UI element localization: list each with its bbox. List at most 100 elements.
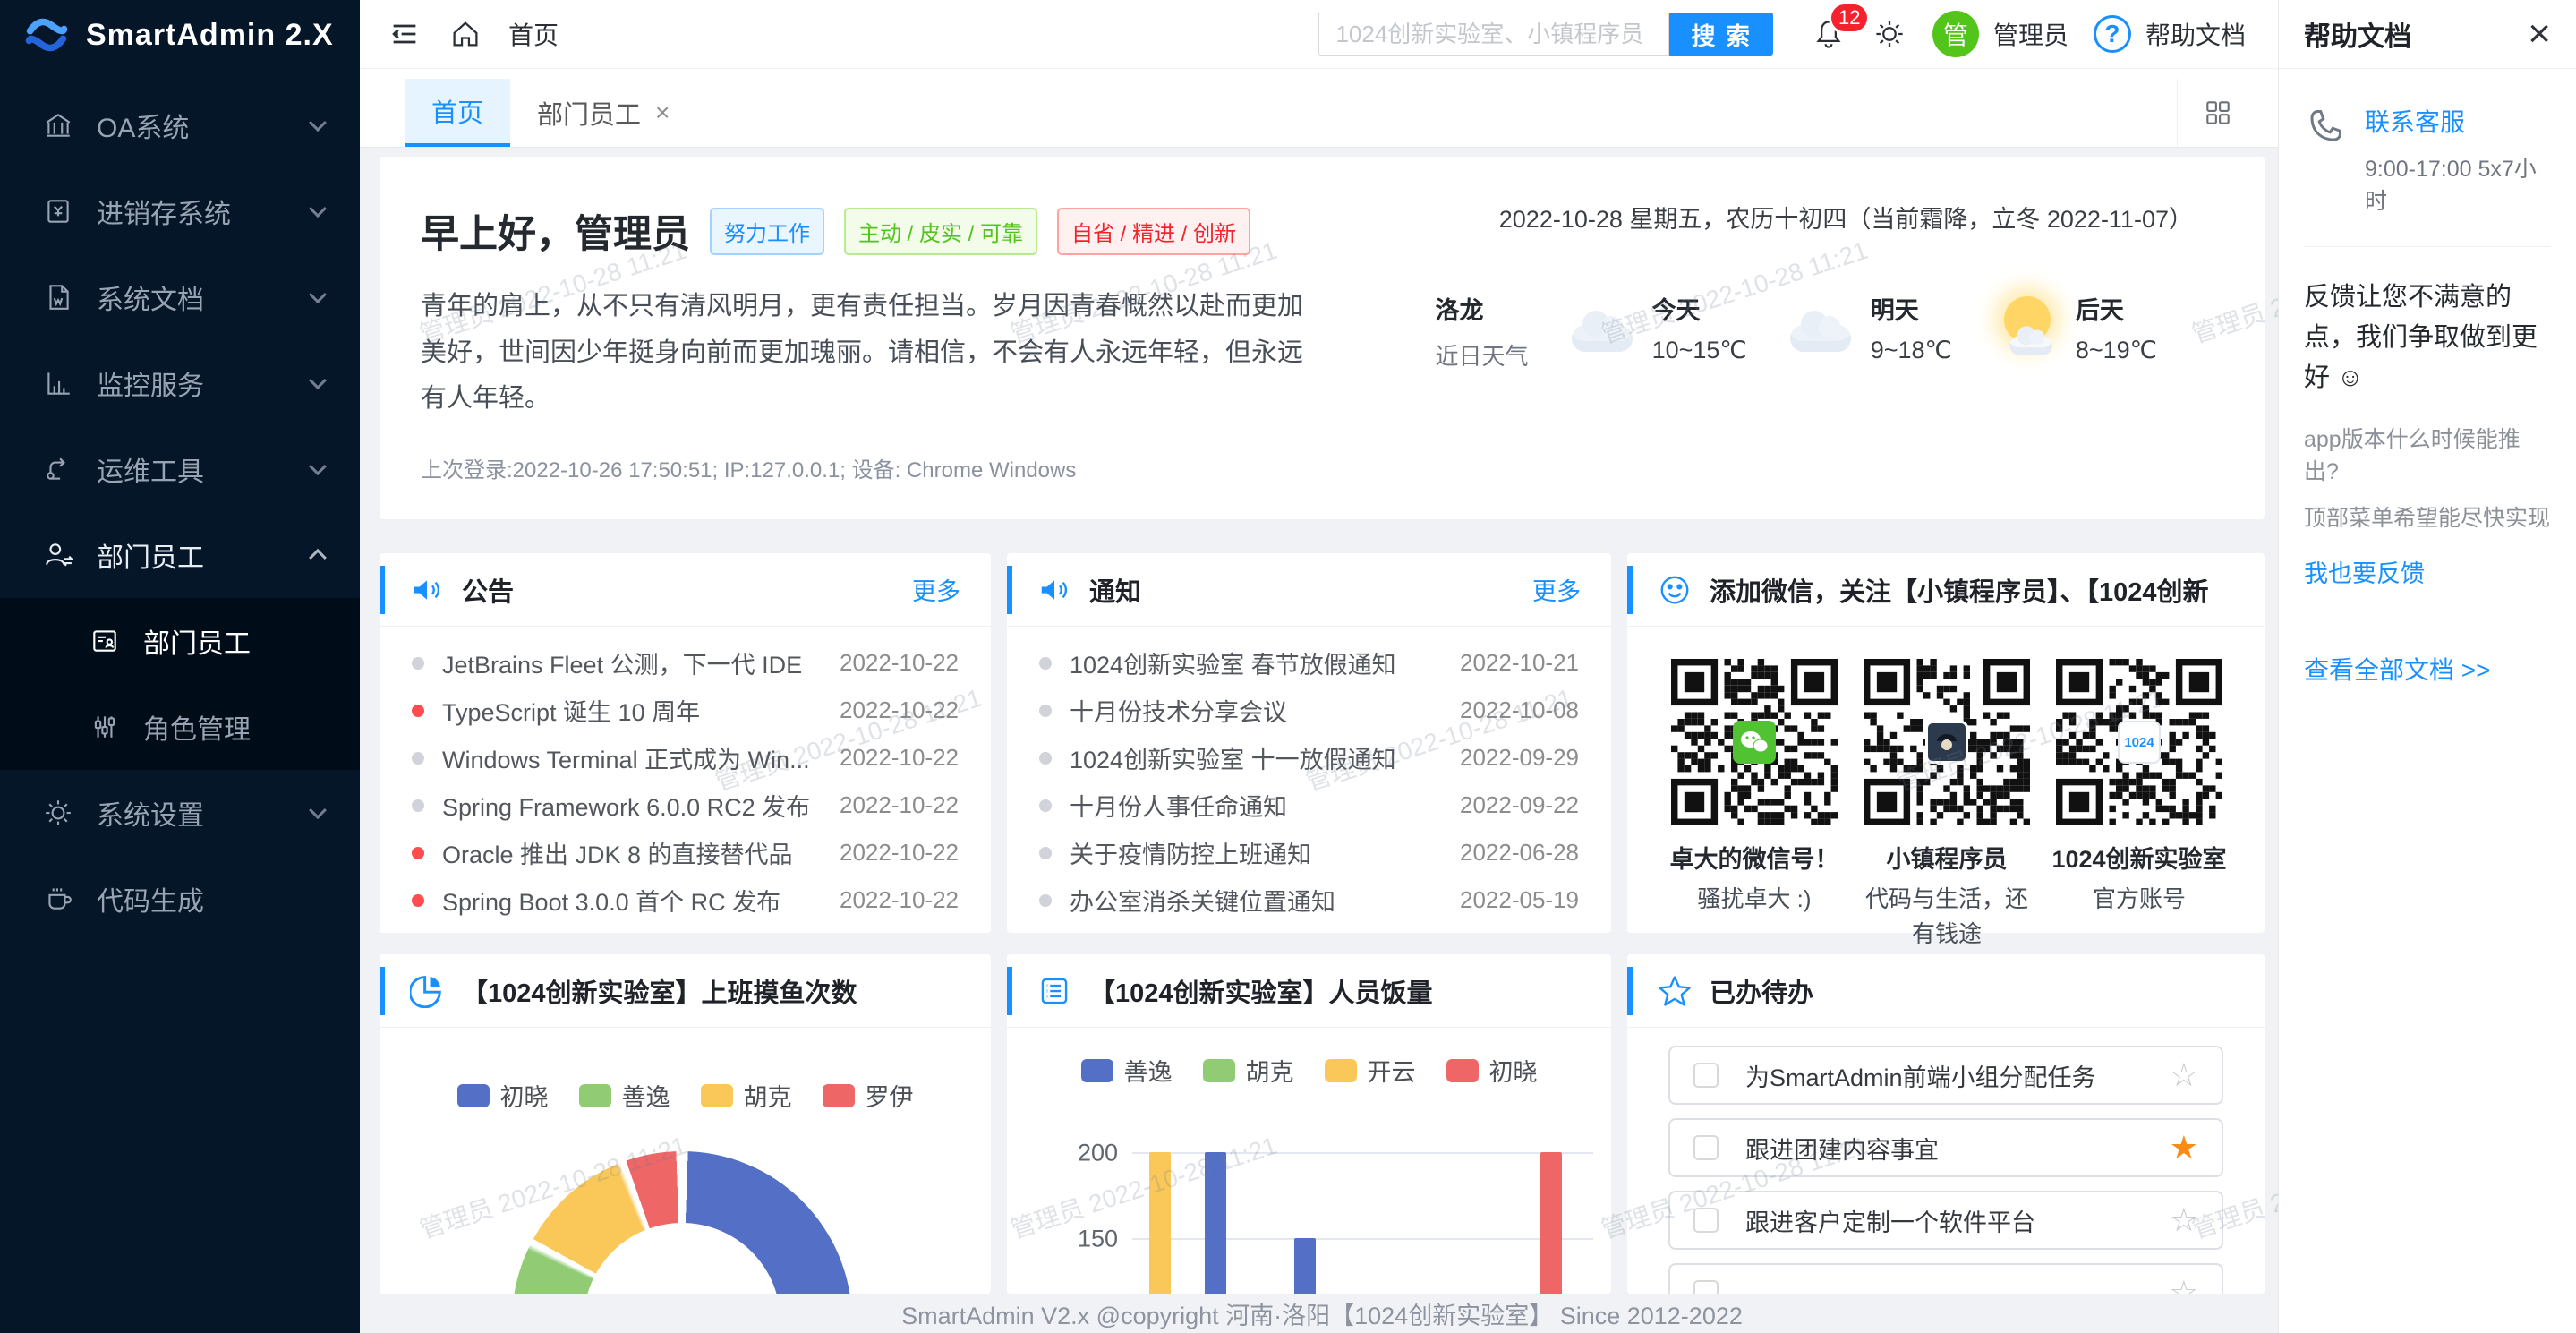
feedback-entry: 顶部菜单希望能尽快实现 [2304,500,2551,533]
legend-item[interactable]: 善逸 [579,1078,670,1113]
notice-item[interactable]: 办公室消杀关键位置通知2022-05-19 [1039,876,1579,924]
weather-day-today: 今天10~15℃ [1568,291,1747,364]
announcement-list: JetBrains Fleet 公测，下一代 IDE2022-10-22Type… [380,627,991,924]
todo-checkbox[interactable] [1693,1135,1719,1160]
chevron-down-icon [309,457,327,475]
donut-chart [512,1151,852,1294]
settings-gear-icon[interactable] [1872,16,1907,52]
sidebar-subitem-role-management[interactable]: 角色管理 [0,684,360,770]
legend-item[interactable]: 罗伊 [823,1078,914,1113]
search-button[interactable]: 搜 索 [1669,13,1773,56]
sliders-icon [90,712,120,742]
search-input[interactable] [1318,13,1669,56]
todo-item[interactable]: 跟进团建内容事宜★ [1668,1118,2223,1177]
todo-star-icon[interactable]: ☆ [2170,1201,2198,1239]
sidebar: SmartAdmin 2.X OA系统 进销存系统 系统文档 监控服务 [0,0,360,1333]
announcement-item[interactable]: JetBrains Fleet 公测，下一代 IDE2022-10-22 [412,639,959,687]
legend-item[interactable]: 胡克 [701,1078,792,1113]
sidebar-subitem-dept-employee[interactable]: 部门员工 [0,598,360,684]
list-item-text: 关于疫情防控上班通知 [1070,835,1442,870]
gray-dot-icon [412,752,424,765]
more-link[interactable]: 更多 [1532,572,1581,607]
home-icon[interactable] [448,16,483,52]
notice-item[interactable]: 1024创新实验室 春节放假通知2022-10-21 [1039,639,1579,687]
announcement-item[interactable]: Spring Boot 3.0.0 首个 RC 发布2022-10-22 [412,876,959,924]
announcement-item[interactable]: Windows Terminal 正式成为 Win...2022-10-22 [412,734,959,782]
monitor-chart-icon [43,368,73,398]
todo-label: 跟进客户定制一个软件平台 [1745,1203,2170,1238]
gray-dot-icon [412,657,424,670]
todo-item[interactable]: ☆ [1668,1263,2223,1294]
red-dot-icon [412,705,424,717]
legend-item[interactable]: 初晓 [457,1078,549,1113]
page-content: 早上好，管理员 努力工作 主动 / 皮实 / 可靠 自省 / 精进 / 创新 2… [360,148,2278,1333]
user-name[interactable]: 管理员 [1993,16,2068,52]
tab-dept-employee[interactable]: 部门员工 × [510,79,696,147]
bar [1540,1152,1562,1294]
sidebar-item-oa[interactable]: OA系统 [0,82,360,168]
sidebar-item-docs[interactable]: 系统文档 [0,254,360,340]
app-logo[interactable]: SmartAdmin 2.X [0,0,360,70]
more-link[interactable]: 更多 [912,572,960,607]
announcement-item[interactable]: Oracle 推出 JDK 8 的直接替代品2022-10-22 [412,829,959,876]
notice-item[interactable]: 十月份人事任命通知 2022-09-22 [1039,782,1579,829]
avatar-logo-icon [1925,721,1968,764]
announcement-item[interactable]: Spring Framework 6.0.0 RC2 发布2022-10-22 [412,782,959,829]
qr-code-column: 10241024创新实验室官方账号 [2050,659,2229,952]
notice-item[interactable]: 1024创新实验室 十一放假通知2022-09-29 [1039,734,1579,782]
todo-star-icon[interactable]: ★ [2170,1129,2198,1166]
list-item-date: 2022-09-22 [1460,791,1579,819]
sidebar-item-ops-tools[interactable]: 运维工具 [0,426,360,512]
chevron-down-icon [309,286,327,303]
list-item-date: 2022-05-19 [1460,886,1579,914]
qr-code-image: 1024 [2056,659,2222,825]
close-icon[interactable]: × [2528,14,2551,54]
chevron-up-icon [309,549,327,567]
feedback-link[interactable]: 我也要反馈 [2304,554,2425,589]
breadcrumb[interactable]: 首页 [508,16,559,52]
view-all-docs-link[interactable]: 查看全部文档 >> [2304,651,2551,687]
gray-dot-icon [1039,847,1052,859]
list-item-date: 2022-06-28 [1460,839,1579,867]
todo-checkbox[interactable] [1693,1280,1719,1294]
greeting-badge: 努力工作 [710,208,824,255]
tab-close-icon[interactable]: × [655,98,670,127]
contact-support[interactable]: 联系客服 9:00-17:00 5x7小时 [2304,103,2551,216]
cloud-icon [1787,296,1858,359]
list-item-date: 2022-10-22 [840,649,959,677]
notice-item[interactable]: 关于疫情防控上班通知 2022-06-28 [1039,829,1579,876]
gray-dot-icon [1039,894,1052,907]
sidebar-item-monitor[interactable]: 监控服务 [0,340,360,426]
notification-bell-icon[interactable]: 12 [1811,16,1847,52]
main-column: 首页 搜 索 12 管 管理员 ? 帮助文档 首页 部门员工 × [360,0,2278,1333]
todo-star-icon[interactable]: ☆ [2170,1274,2198,1294]
tab-home[interactable]: 首页 [405,79,510,147]
sidebar-item-dept-employee[interactable]: 部门员工 [0,512,360,598]
tab-layout-grid-icon[interactable] [2177,79,2233,147]
sidebar-item-inventory[interactable]: 进销存系统 [0,168,360,254]
list-item-text: 十月份人事任命通知 [1070,788,1442,823]
legend-label: 胡克 [744,1078,792,1113]
todo-item[interactable]: 跟进客户定制一个软件平台☆ [1668,1191,2223,1250]
help-doc-link[interactable]: 帮助文档 [2145,16,2246,52]
announcement-item[interactable]: TypeScript 诞生 10 周年2022-10-22 [412,687,959,734]
todo-checkbox[interactable] [1693,1063,1719,1088]
card-title: 【1024创新实验室】人员饭量 [1089,972,1433,1010]
sidebar-item-settings[interactable]: 系统设置 [0,770,360,856]
todo-star-icon[interactable]: ☆ [2170,1056,2198,1094]
sidebar-item-code-generator[interactable]: 代码生成 [0,856,360,942]
todo-checkbox[interactable] [1693,1208,1719,1233]
contact-support-link[interactable]: 联系客服 [2365,103,2551,139]
announcement-card: 公告 更多 JetBrains Fleet 公测，下一代 IDE2022-10-… [380,553,991,933]
qr-caption-title: 1024创新实验室 [2050,840,2229,875]
todo-item[interactable]: 为SmartAdmin前端小组分配任务☆ [1668,1046,2223,1105]
menu-fold-icon[interactable] [387,16,422,52]
list-item-date: 2022-10-22 [840,886,959,914]
user-avatar[interactable]: 管 [1932,11,1979,57]
help-question-icon[interactable]: ? [2094,15,2131,53]
list-item-date: 2022-10-22 [840,791,959,819]
notice-item[interactable]: 十月份技术分享会议2022-10-08 [1039,687,1579,734]
speaker-icon [1037,573,1071,607]
card-title: 已办待办 [1710,972,1813,1010]
employee-icon [43,540,73,570]
